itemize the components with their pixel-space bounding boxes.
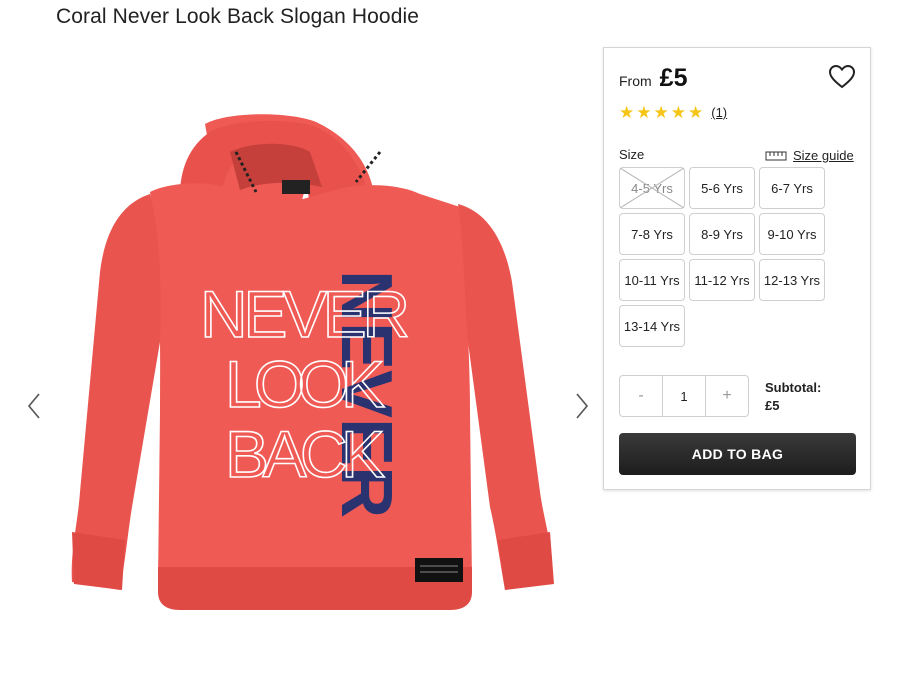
wishlist-button[interactable] [828, 64, 856, 90]
size-option[interactable]: 12-13 Yrs [759, 259, 825, 301]
quantity-input[interactable]: 1 [662, 376, 706, 416]
size-guide-link[interactable]: Size guide [765, 148, 854, 163]
subtotal: Subtotal: £5 [765, 379, 821, 415]
size-option[interactable]: 4-5 Yrs [619, 167, 685, 209]
size-guide-label: Size guide [793, 148, 854, 163]
purchase-panel: From £5 ★ ★ ★ ★ ★ (1) Size Size guide 4-… [603, 47, 871, 490]
size-option-label: 11-12 Yrs [694, 272, 750, 288]
print-line-2: LOOK [225, 347, 385, 421]
size-option[interactable]: 9-10 Yrs [759, 213, 825, 255]
star-icon: ★ [653, 103, 669, 122]
subtotal-label: Subtotal: [765, 380, 822, 395]
product-title: Coral Never Look Back Slogan Hoodie [56, 5, 420, 28]
unavailable-cross-icon [620, 168, 684, 208]
size-option[interactable]: 7-8 Yrs [619, 213, 685, 255]
gallery-next-button[interactable] [568, 388, 596, 424]
size-option[interactable]: 11-12 Yrs [689, 259, 755, 301]
subtotal-value: £5 [765, 398, 780, 413]
chevron-left-icon [27, 393, 40, 419]
price-prefix: From [619, 73, 652, 89]
size-option-label: 7-8 Yrs [631, 226, 673, 242]
star-icon: ★ [619, 103, 635, 122]
size-option[interactable]: 6-7 Yrs [759, 167, 825, 209]
quantity-decrement-button[interactable]: - [620, 376, 662, 416]
rating: ★ ★ ★ ★ ★ (1) [619, 104, 727, 121]
size-option[interactable]: 10-11 Yrs [619, 259, 685, 301]
size-option-label: 5-6 Yrs [701, 180, 743, 196]
price-value: £5 [659, 64, 688, 92]
star-icon: ★ [670, 103, 686, 122]
size-options: 4-5 Yrs 5-6 Yrs 6-7 Yrs 7-8 Yrs 8-9 Yrs 9-10 … [619, 167, 825, 347]
size-option-label: 10-11 Yrs [624, 272, 680, 288]
size-option[interactable]: 8-9 Yrs [689, 213, 755, 255]
star-icon: ★ [688, 103, 704, 122]
add-to-bag-button[interactable]: ADD TO BAG [619, 433, 856, 475]
size-option-label: 8-9 Yrs [701, 226, 743, 242]
chevron-right-icon [576, 393, 589, 419]
size-option-label: 12-13 Yrs [763, 272, 821, 288]
review-count-link[interactable]: (1) [711, 105, 727, 120]
heart-icon [828, 64, 856, 89]
size-option[interactable]: 13-14 Yrs [619, 305, 685, 347]
size-option-label: 6-7 Yrs [771, 180, 813, 196]
price-row: From £5 [619, 64, 687, 93]
ruler-icon [765, 151, 787, 160]
quantity-increment-button[interactable]: + [706, 376, 748, 416]
gallery-prev-button[interactable] [20, 388, 48, 424]
size-option-label: 9-10 Yrs [767, 226, 817, 242]
print-line-3: BACK [225, 417, 385, 491]
print-line-1: NEVER [200, 277, 410, 351]
size-option[interactable]: 5-6 Yrs [689, 167, 755, 209]
size-label: Size [619, 147, 645, 162]
star-icon: ★ [636, 103, 652, 122]
product-image: NEVER NEVER LOOK BACK [71, 114, 554, 610]
quantity-stepper: - 1 + [619, 375, 749, 417]
size-option-label: 13-14 Yrs [623, 318, 681, 334]
